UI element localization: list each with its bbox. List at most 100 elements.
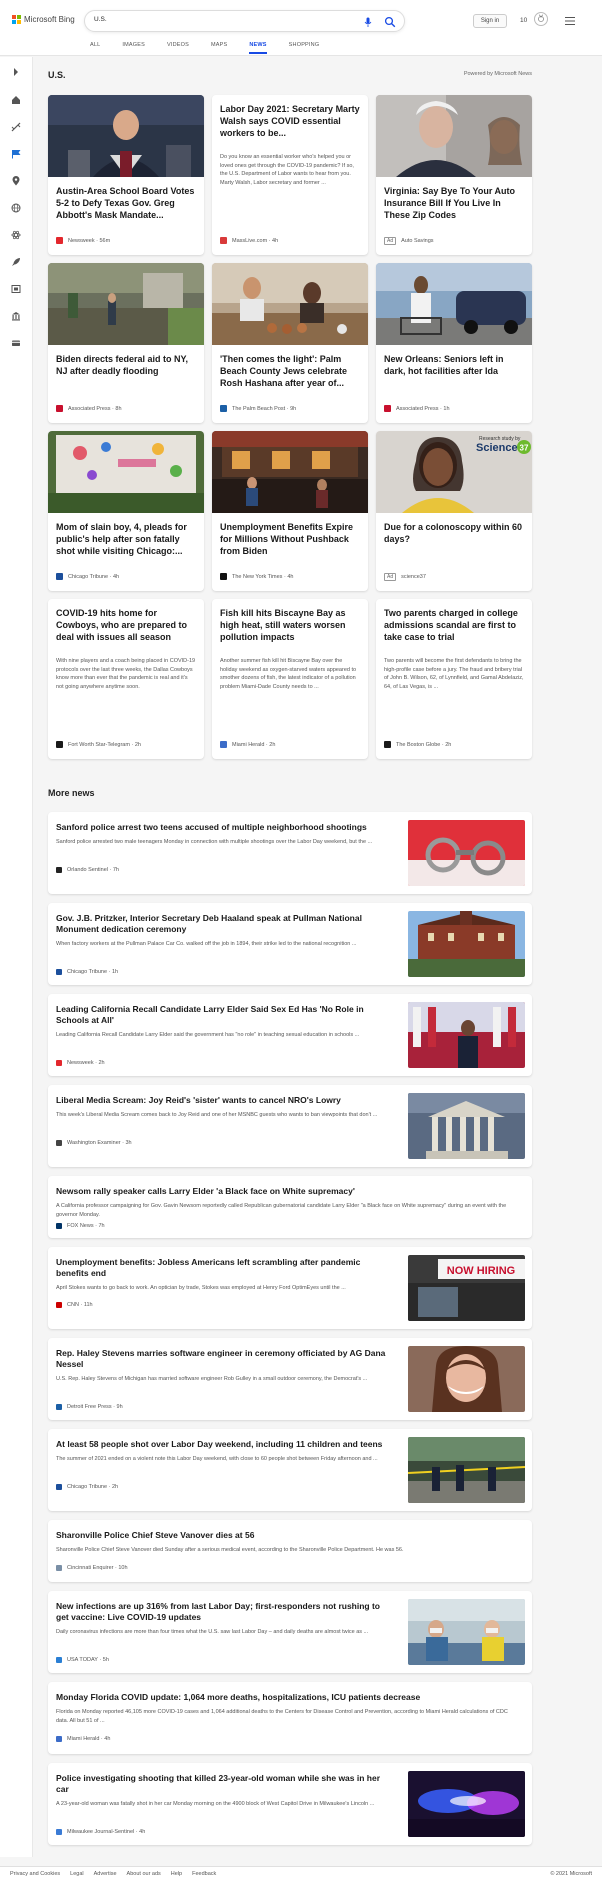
- news-card[interactable]: Fish kill hits Biscayne Bay as high heat…: [212, 599, 368, 759]
- tab-videos[interactable]: VIDEOS: [167, 42, 189, 54]
- more-news-item[interactable]: Gov. J.B. Pritzker, Interior Secretary D…: [48, 903, 532, 985]
- source-time: 56m: [99, 237, 111, 244]
- card-image: Research study by Science 37: [376, 431, 532, 513]
- microphone-icon[interactable]: [362, 16, 374, 28]
- more-news-item[interactable]: Sanford police arrest two teens accused …: [48, 812, 532, 894]
- item-source: Washington Examiner · 3h: [56, 1140, 132, 1146]
- money-card-icon[interactable]: [11, 338, 21, 348]
- footer-link[interactable]: Privacy and Cookies: [10, 1871, 60, 1877]
- microsoft-logo-icon: [12, 15, 21, 24]
- news-card[interactable]: COVID-19 hits home for Cowboys, who are …: [48, 599, 204, 759]
- footer-link[interactable]: Feedback: [192, 1871, 216, 1877]
- tab-images[interactable]: IMAGES: [122, 42, 145, 54]
- ad-card[interactable]: Research study by Science 37 Due for a c…: [376, 431, 532, 591]
- us-flag-icon[interactable]: [11, 149, 21, 159]
- item-snippet: Florida on Monday reported 46,105 more C…: [56, 1709, 508, 1724]
- tab-news[interactable]: NEWS: [249, 42, 267, 54]
- news-card[interactable]: New Orleans: Seniors left in dark, hot f…: [376, 263, 532, 423]
- source-name: CNN: [67, 1302, 79, 1308]
- ad-card[interactable]: Virginia: Say Bye To Your Auto Insurance…: [376, 95, 532, 255]
- source-favicon-icon: [56, 1657, 62, 1663]
- sports-icon[interactable]: [11, 122, 21, 132]
- tab-maps[interactable]: MAPS: [211, 42, 227, 54]
- news-card[interactable]: Austin-Area School Board Votes 5-2 to De…: [48, 95, 204, 255]
- card-source: Newsweek · 56m: [56, 237, 110, 244]
- source-time: 10h: [118, 1565, 128, 1571]
- rewards-points[interactable]: 10: [520, 17, 527, 24]
- item-title: Gov. J.B. Pritzker, Interior Secretary D…: [56, 913, 362, 934]
- rewards-medal-icon[interactable]: [534, 12, 548, 26]
- news-card[interactable]: Labor Day 2021: Secretary Marty Walsh sa…: [212, 95, 368, 255]
- source-name: Washington Examiner: [67, 1140, 121, 1146]
- source-favicon-icon: [56, 1223, 62, 1229]
- item-image: [408, 1093, 525, 1159]
- menu-icon[interactable]: [565, 17, 575, 25]
- science-atom-icon[interactable]: [11, 230, 21, 240]
- search-icon[interactable]: [384, 16, 396, 28]
- card-source: The Palm Beach Post · 9h: [220, 405, 296, 412]
- news-card[interactable]: 'Then comes the light': Palm Beach Count…: [212, 263, 368, 423]
- item-title: At least 58 people shot over Labor Day w…: [56, 1439, 383, 1449]
- item-title: Leading California Recall Candidate Larr…: [56, 1004, 364, 1025]
- world-globe-icon[interactable]: [11, 203, 21, 213]
- source-name: science37: [401, 574, 426, 580]
- footer-link[interactable]: Advertise: [94, 1871, 117, 1877]
- more-news-item[interactable]: Monday Florida COVID update: 1,064 more …: [48, 1682, 532, 1754]
- expand-chevron-icon[interactable]: [11, 67, 21, 77]
- news-card[interactable]: Mom of slain boy, 4, pleads for public's…: [48, 431, 204, 591]
- card-source: Associated Press · 1h: [384, 405, 450, 412]
- source-time: 8h: [115, 405, 122, 412]
- item-image: NOW HIRING: [408, 1255, 525, 1321]
- more-news-item[interactable]: Police investigating shooting that kille…: [48, 1763, 532, 1845]
- sign-in-button[interactable]: Sign in: [473, 14, 507, 28]
- more-news-item[interactable]: Liberal Media Scream: Joy Reid's 'sister…: [48, 1085, 532, 1167]
- more-news-item[interactable]: Unemployment benefits: Jobless Americans…: [48, 1247, 532, 1329]
- section-title: U.S.: [48, 70, 66, 80]
- badge-wordmark: Science: [476, 442, 518, 454]
- source-time: 4h: [112, 573, 120, 580]
- card-title: Virginia: Say Bye To Your Auto Insurance…: [384, 186, 516, 220]
- card-title: Austin-Area School Board Votes 5-2 to De…: [56, 186, 195, 220]
- more-news-item[interactable]: Newsom rally speaker calls Larry Elder '…: [48, 1176, 532, 1238]
- card-image: [376, 95, 532, 177]
- news-card[interactable]: Two parents charged in college admission…: [376, 599, 532, 759]
- source-favicon-icon: [56, 1484, 62, 1490]
- more-news-item[interactable]: Leading California Recall Candidate Larr…: [48, 994, 532, 1076]
- source-time: 1h: [111, 969, 119, 975]
- news-card[interactable]: Unemployment Benefits Expire for Million…: [212, 431, 368, 591]
- powered-by-label[interactable]: Powered by Microsoft News: [440, 71, 532, 77]
- more-news-item[interactable]: Sharonville Police Chief Steve Vanover d…: [48, 1520, 532, 1582]
- tab-shopping[interactable]: SHOPPING: [289, 42, 320, 54]
- home-icon[interactable]: [11, 95, 21, 105]
- card-image: [48, 95, 204, 177]
- item-title: Police investigating shooting that kille…: [56, 1773, 381, 1794]
- footer-link[interactable]: Legal: [70, 1871, 83, 1877]
- card-source: The Boston Globe · 2h: [384, 741, 451, 748]
- card-image: [376, 263, 532, 345]
- footer-link[interactable]: Help: [171, 1871, 182, 1877]
- entertainment-film-icon[interactable]: [11, 284, 21, 294]
- item-image: [408, 911, 525, 977]
- item-title: Sharonville Police Chief Steve Vanover d…: [56, 1530, 255, 1540]
- source-time: 7h: [98, 1223, 105, 1229]
- footer-link[interactable]: About our ads: [127, 1871, 161, 1877]
- more-news-item[interactable]: New infections are up 316% from last Lab…: [48, 1591, 532, 1673]
- item-snippet: This week's Liberal Media Scream comes b…: [56, 1112, 378, 1118]
- more-news-item[interactable]: At least 58 people shot over Labor Day w…: [48, 1429, 532, 1511]
- source-name: Miami Herald: [232, 741, 265, 748]
- item-title: Newsom rally speaker calls Larry Elder '…: [56, 1186, 355, 1196]
- source-name: Associated Press: [396, 405, 439, 412]
- item-source: CNN · 11h: [56, 1302, 93, 1308]
- bing-logo[interactable]: Microsoft Bing: [12, 15, 75, 24]
- politics-building-icon[interactable]: [11, 311, 21, 321]
- technology-rocket-icon[interactable]: [11, 257, 21, 267]
- card-source: MassLive.com · 4h: [220, 237, 278, 244]
- local-pin-icon[interactable]: [11, 176, 21, 186]
- search-input[interactable]: [94, 16, 364, 23]
- source-time: 4h: [272, 237, 279, 244]
- item-image: [408, 1599, 525, 1665]
- tab-all[interactable]: ALL: [90, 42, 100, 54]
- news-card[interactable]: Biden directs federal aid to NY, NJ afte…: [48, 263, 204, 423]
- more-news-item[interactable]: Rep. Haley Stevens marries software engi…: [48, 1338, 532, 1420]
- source-time: 11h: [83, 1302, 93, 1308]
